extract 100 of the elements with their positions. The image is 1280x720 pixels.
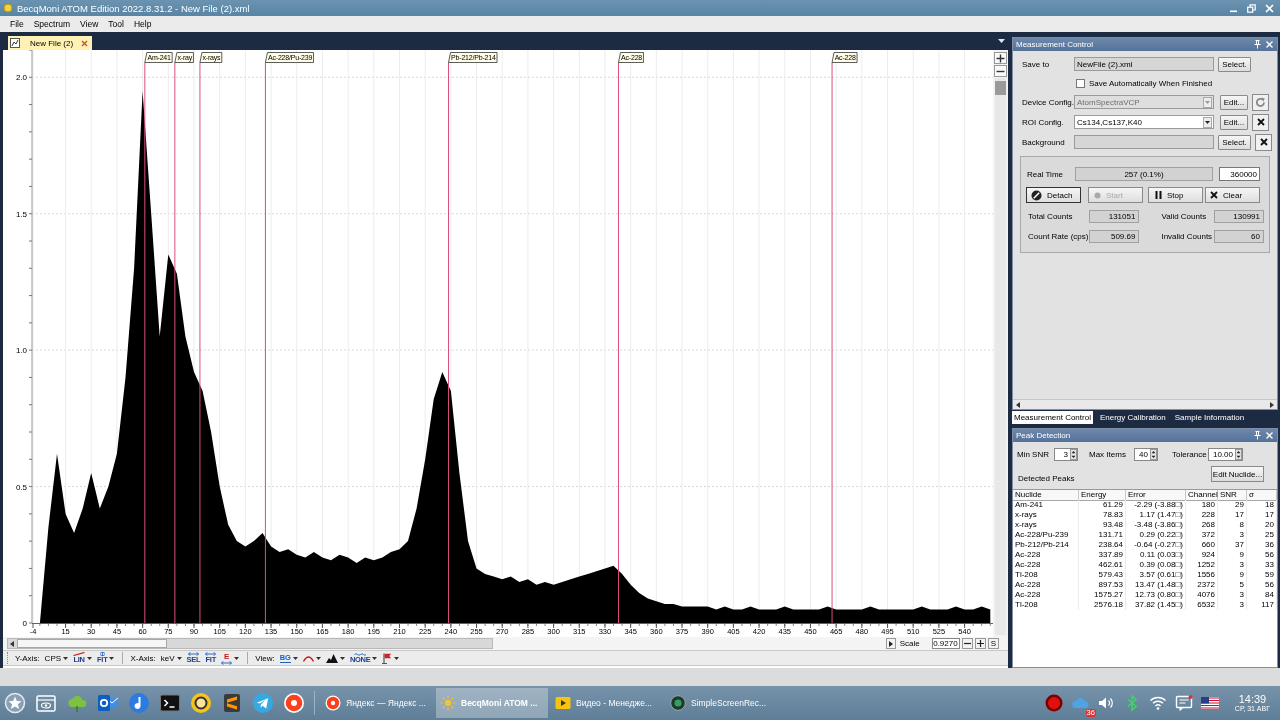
document-tab[interactable]: New File (2) [8, 36, 92, 50]
column-header[interactable]: SNR [1218, 490, 1247, 501]
energy-dropdown[interactable]: E [220, 650, 241, 666]
striped-tile-icon[interactable] [221, 692, 243, 714]
unit-dropdown[interactable]: keV [159, 650, 183, 666]
control-button[interactable]: Stop [1148, 187, 1203, 203]
menu-item[interactable]: Tool [103, 18, 129, 30]
zoom-in-button[interactable] [994, 52, 1007, 64]
table-cell: 33 [1247, 560, 1277, 570]
toolbar-label: X-Axis: [130, 653, 156, 663]
y-tick-label: 2.0 [15, 73, 27, 83]
column-header[interactable]: Energy [1079, 490, 1126, 501]
circle-logo-icon[interactable] [283, 692, 305, 714]
dropdown-field[interactable]: Cs134,Cs137,K40 [1074, 115, 1214, 129]
scale-field[interactable]: 0.9270 [931, 638, 960, 649]
music-note-icon[interactable] [128, 692, 150, 714]
table-cell: Ac-228 [1013, 590, 1079, 600]
edit-nuclide-button[interactable]: Edit Nuclide... [1211, 466, 1264, 482]
file-path-field[interactable]: NewFile (2).xml [1074, 57, 1214, 71]
taskbar-button[interactable]: SimpleScreenRec... [666, 688, 778, 718]
menu-item[interactable]: File [5, 18, 29, 30]
taskbar-button[interactable]: Яндекс — Яндекс ... [321, 688, 433, 718]
control-button[interactable]: Detach [1026, 187, 1081, 203]
scroll-thumb[interactable] [17, 639, 167, 648]
checkbox[interactable] [1076, 78, 1085, 88]
table-cell: Ac-228/Pu-239 [1013, 530, 1079, 540]
table-cell: 17 [1247, 510, 1277, 520]
decrease-button[interactable] [961, 638, 973, 649]
wifi-icon[interactable] [1148, 694, 1167, 712]
zoom-out-button[interactable] [994, 65, 1007, 77]
table-cell: 61.29 [1079, 500, 1126, 510]
table-cell: Tl-208 [1013, 570, 1079, 580]
section-label: Detected Peaks [1018, 473, 1075, 483]
left-arrow-icon[interactable] [1016, 401, 1020, 408]
table-cell: Pb-212/Pb-214 [1013, 540, 1079, 550]
table-cell: 238.64 [1079, 540, 1126, 550]
panel-tab[interactable]: Measurement Control [1012, 411, 1093, 424]
taskbar-button[interactable]: Видео - Менедже... [551, 688, 663, 718]
menu-item[interactable]: Spectrum [28, 18, 76, 30]
terminal-icon[interactable] [159, 692, 181, 714]
caret-icon[interactable] [998, 39, 1005, 43]
left-arrow-icon[interactable] [10, 640, 14, 647]
edit-button[interactable]: Edit... [1220, 114, 1248, 130]
close-icon[interactable] [81, 39, 88, 47]
horizontal-scrollbar[interactable] [1013, 399, 1277, 409]
time-limit-field[interactable]: 360000 [1219, 167, 1260, 181]
column-header[interactable]: Nuclide [1013, 490, 1079, 501]
caret-icon [234, 656, 240, 660]
table-cell: 897.53 [1079, 580, 1126, 590]
spin-field[interactable]: 3 [1054, 447, 1078, 461]
pin-icon[interactable] [1254, 40, 1261, 49]
right-arrow-icon[interactable] [1270, 401, 1274, 408]
column-header[interactable]: σ [1247, 490, 1277, 501]
start-menu-icon[interactable] [4, 692, 26, 714]
restore-icon[interactable] [1247, 3, 1256, 13]
table-cell: 1252 [1186, 560, 1218, 570]
control-button[interactable]: Clear [1205, 187, 1260, 203]
spin-field[interactable]: 10.00 [1208, 447, 1243, 461]
field-label: Count Rate (cps) [1027, 231, 1090, 241]
scale-button[interactable]: S [987, 638, 999, 649]
panel-tab[interactable]: Sample Information [1172, 411, 1247, 424]
menu-item[interactable]: View [75, 18, 104, 30]
notification-icon[interactable] [1174, 694, 1193, 712]
panel-tab[interactable]: Energy Calibration [1097, 411, 1168, 424]
pin-icon[interactable] [1254, 431, 1261, 440]
field-label: Tolerance [1172, 449, 1208, 459]
table-cell: 3 [1218, 560, 1247, 570]
mail-icon[interactable] [97, 692, 119, 714]
peak-icon [325, 653, 338, 663]
increase-button[interactable] [974, 638, 986, 649]
unit-dropdown[interactable]: CPS [43, 650, 70, 666]
scroll-thumb[interactable] [995, 81, 1006, 95]
column-header[interactable]: Channel [1186, 490, 1218, 501]
remove-button[interactable] [1252, 113, 1269, 131]
count-field: 509.69 [1089, 229, 1140, 243]
table-cell: 37 [1218, 540, 1247, 550]
paper-plane-icon[interactable] [252, 692, 274, 714]
expand-button[interactable] [885, 638, 896, 649]
field-label: ROI Config. [1022, 117, 1065, 127]
spin-field[interactable]: 40 [1134, 447, 1158, 461]
vertical-scrollbar[interactable] [995, 78, 1006, 635]
ring-icon[interactable] [190, 692, 212, 714]
field-label: Background [1022, 137, 1066, 147]
column-header[interactable]: Error [1126, 490, 1186, 501]
window-eye-icon[interactable] [35, 692, 57, 714]
menu-item[interactable]: Help [128, 18, 157, 30]
table-cell: 12.73 (0.80□) [1126, 590, 1186, 600]
horizontal-scrollbar[interactable] [7, 638, 493, 649]
cross-icon [1259, 138, 1268, 146]
record-icon[interactable] [1044, 694, 1063, 712]
select-button[interactable]: Select. [1218, 134, 1251, 150]
field-label: Total Counts [1027, 211, 1074, 221]
table-cell: Ac-228 [1013, 560, 1079, 570]
flag-icon[interactable] [1200, 697, 1219, 709]
select-button[interactable]: Select. [1218, 56, 1251, 72]
line-icon [73, 652, 86, 656]
remove-button[interactable] [1255, 133, 1272, 151]
table-cell: -3.48 (-3.86□) [1126, 520, 1186, 530]
background-field[interactable] [1074, 135, 1214, 149]
table-cell: 372 [1186, 530, 1218, 540]
